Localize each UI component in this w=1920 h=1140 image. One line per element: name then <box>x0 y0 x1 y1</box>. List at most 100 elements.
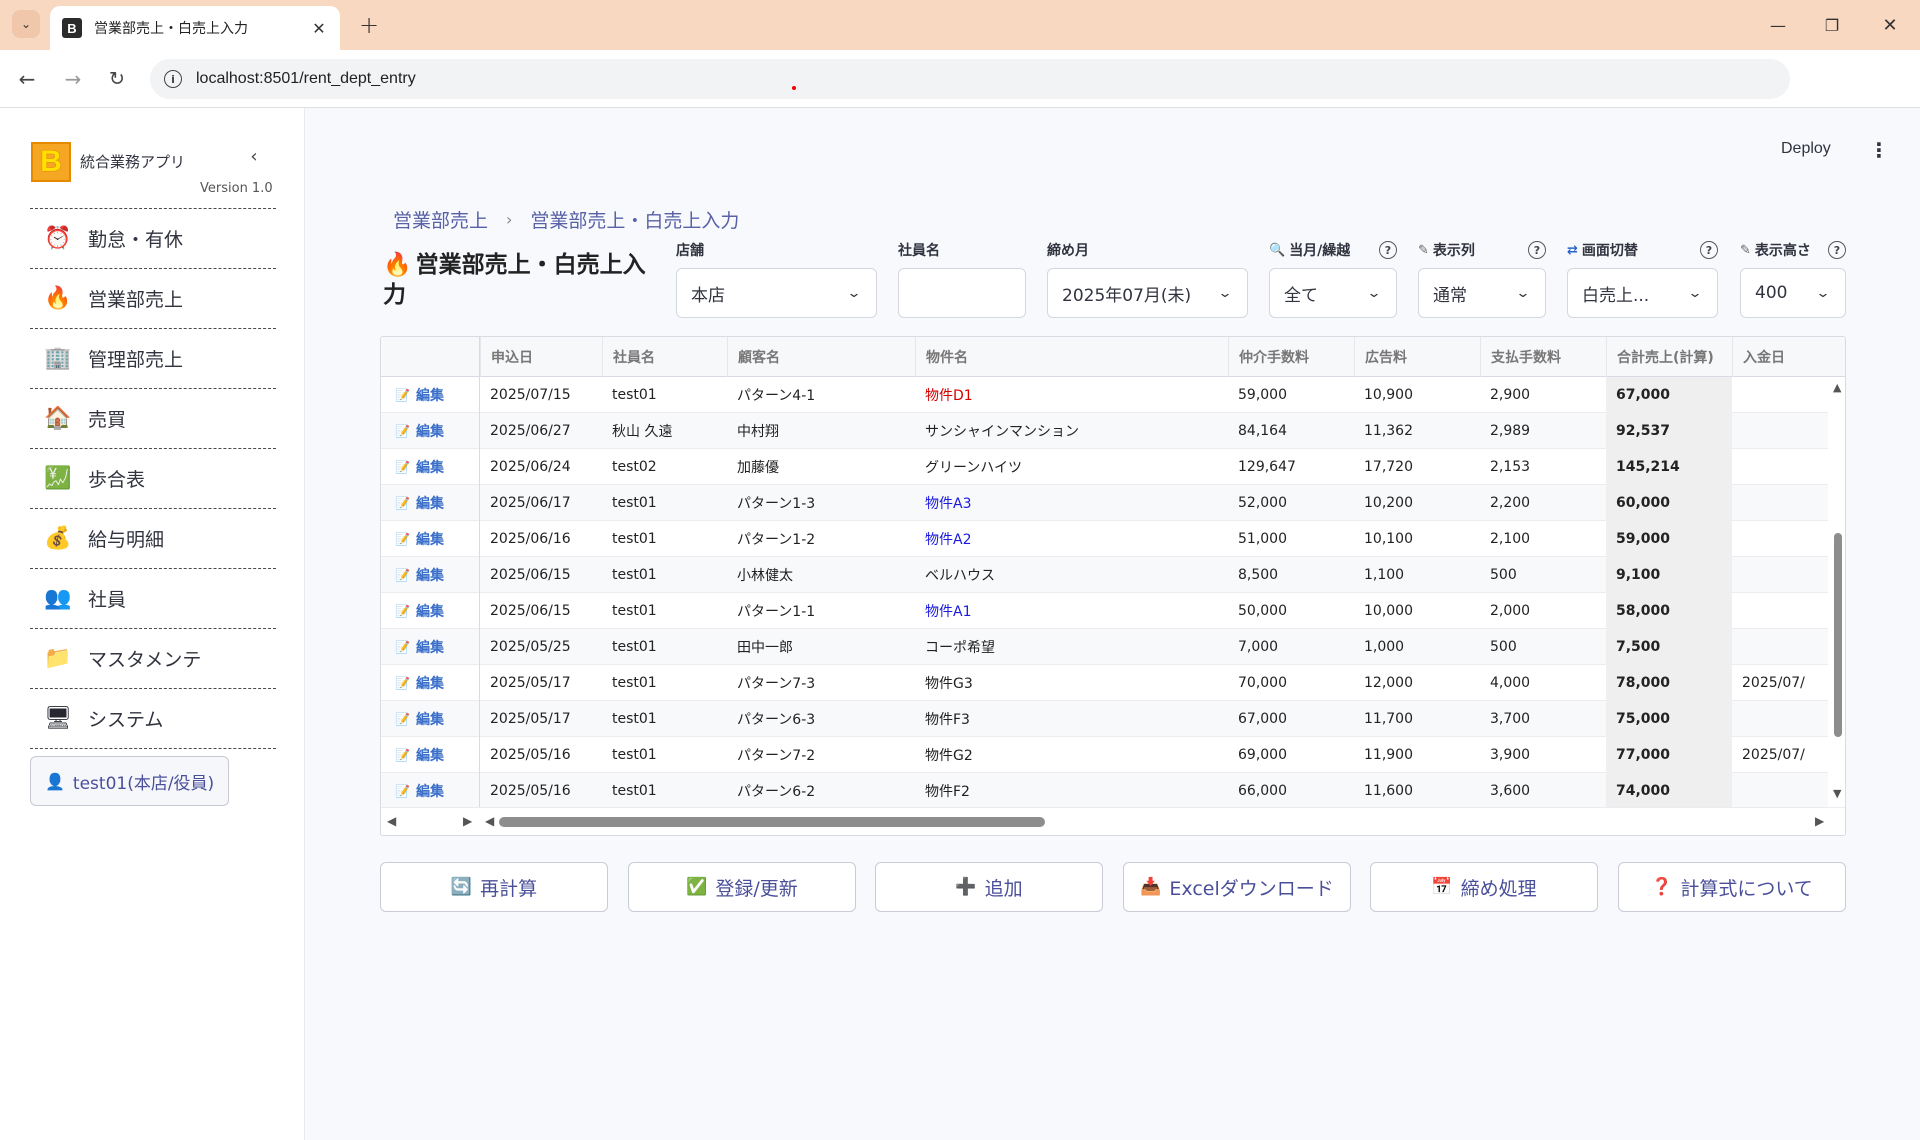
table-row[interactable]: 📝 編集 2025/05/16 test01 パターン7-2 物件G2 69,000 11,9… <box>381 737 1828 773</box>
cell-employee[interactable]: test01 <box>602 521 727 557</box>
formula-info-button[interactable]: ❓ 計算式について <box>1618 862 1846 912</box>
cell-broker-fee[interactable]: 52,000 <box>1228 485 1354 521</box>
cell-property[interactable]: グリーンハイツ <box>915 449 1228 485</box>
closing-month-select[interactable]: 2025年07月(未) ⌄ <box>1047 268 1248 318</box>
cell-total[interactable]: 7,500 <box>1606 629 1732 665</box>
cell-date[interactable]: 2025/06/15 <box>480 593 602 629</box>
table-row[interactable]: 📝 編集 2025/05/17 test01 パターン6-3 物件F3 67,000 11,7… <box>381 701 1828 737</box>
scroll-right-arrow-icon[interactable]: ▶ <box>463 814 472 828</box>
cell-ad-fee[interactable]: 11,700 <box>1354 701 1480 737</box>
cell-total[interactable]: 59,000 <box>1606 521 1732 557</box>
browser-tab[interactable]: B 営業部売上・白売上入力 ✕ <box>50 6 340 50</box>
cell-employee[interactable]: test01 <box>602 629 727 665</box>
url-text[interactable]: localhost:8501/rent_dept_entry <box>196 70 416 88</box>
cell-ad-fee[interactable]: 11,362 <box>1354 413 1480 449</box>
back-arrow-icon[interactable]: ← <box>12 64 42 94</box>
cell-date[interactable]: 2025/06/27 <box>480 413 602 449</box>
cell-total[interactable]: 9,100 <box>1606 557 1732 593</box>
cell-ad-fee[interactable]: 1,100 <box>1354 557 1480 593</box>
scroll-left-arrow-icon[interactable]: ◀ <box>387 814 396 828</box>
cell-ad-fee[interactable]: 10,900 <box>1354 377 1480 413</box>
site-info-icon[interactable]: i <box>164 70 182 88</box>
cell-total[interactable]: 145,214 <box>1606 449 1732 485</box>
table-row[interactable]: 📝 編集 2025/06/16 test01 パターン1-2 物件A2 51,000 10,1… <box>381 521 1828 557</box>
cell-paid-date[interactable] <box>1732 629 1828 665</box>
cell-date[interactable]: 2025/05/25 <box>480 629 602 665</box>
cell-employee[interactable]: test01 <box>602 377 727 413</box>
register-update-button[interactable]: ✅ 登録/更新 <box>628 862 856 912</box>
cell-ad-fee[interactable]: 11,900 <box>1354 737 1480 773</box>
sidebar-item-master-maintenance[interactable]: 📁 マスタメンテ <box>30 628 276 688</box>
cell-broker-fee[interactable]: 51,000 <box>1228 521 1354 557</box>
cell-date[interactable]: 2025/05/16 <box>480 773 602 807</box>
cell-total[interactable]: 75,000 <box>1606 701 1732 737</box>
column-header-pay-fee[interactable]: 支払手数料 <box>1480 337 1606 377</box>
cell-date[interactable]: 2025/05/17 <box>480 665 602 701</box>
cell-pay-fee[interactable]: 500 <box>1480 557 1606 593</box>
cell-customer[interactable]: 中村翔 <box>727 413 915 449</box>
cell-pay-fee[interactable]: 500 <box>1480 629 1606 665</box>
cell-broker-fee[interactable]: 70,000 <box>1228 665 1354 701</box>
columns-select[interactable]: 通常 ⌄ <box>1418 268 1546 318</box>
cell-paid-date[interactable]: 2025/07/ <box>1732 737 1828 773</box>
cell-property[interactable]: 物件F3 <box>915 701 1228 737</box>
recalculate-button[interactable]: 🔄 再計算 <box>380 862 608 912</box>
help-question-icon[interactable]: ? <box>1700 241 1718 259</box>
cell-property[interactable]: 物件G2 <box>915 737 1228 773</box>
cell-pay-fee[interactable]: 3,600 <box>1480 773 1606 807</box>
cell-total[interactable]: 78,000 <box>1606 665 1732 701</box>
cell-customer[interactable]: パターン7-3 <box>727 665 915 701</box>
cell-date[interactable]: 2025/05/16 <box>480 737 602 773</box>
cell-property[interactable]: 物件A2 <box>915 521 1228 557</box>
column-header-total[interactable]: 合計売上(計算) <box>1606 337 1732 377</box>
cell-paid-date[interactable]: 2025/07/ <box>1732 665 1828 701</box>
cell-date[interactable]: 2025/05/17 <box>480 701 602 737</box>
cell-total[interactable]: 60,000 <box>1606 485 1732 521</box>
cell-employee[interactable]: test02 <box>602 449 727 485</box>
cell-property[interactable]: ベルハウス <box>915 557 1228 593</box>
cell-customer[interactable]: 小林健太 <box>727 557 915 593</box>
cell-customer[interactable]: パターン6-3 <box>727 701 915 737</box>
cell-broker-fee[interactable]: 8,500 <box>1228 557 1354 593</box>
cell-employee[interactable]: test01 <box>602 665 727 701</box>
cell-paid-date[interactable] <box>1732 485 1828 521</box>
edit-link[interactable]: 📝 編集 <box>381 449 479 485</box>
cell-pay-fee[interactable]: 3,900 <box>1480 737 1606 773</box>
cell-broker-fee[interactable]: 67,000 <box>1228 701 1354 737</box>
column-header-date[interactable]: 申込日 <box>480 337 602 377</box>
cell-employee[interactable]: test01 <box>602 485 727 521</box>
cell-customer[interactable]: パターン1-2 <box>727 521 915 557</box>
cell-paid-date[interactable] <box>1732 377 1828 413</box>
table-row[interactable]: 📝 編集 2025/05/16 test01 パターン6-2 物件F2 66,000 11,6… <box>381 773 1828 807</box>
sidebar-item-payslip[interactable]: 💰 給与明細 <box>30 508 276 568</box>
cell-broker-fee[interactable]: 129,647 <box>1228 449 1354 485</box>
column-header-customer[interactable]: 顧客名 <box>727 337 915 377</box>
cell-pay-fee[interactable]: 2,100 <box>1480 521 1606 557</box>
new-tab-plus-icon[interactable]: + <box>354 10 384 40</box>
cell-ad-fee[interactable]: 12,000 <box>1354 665 1480 701</box>
edit-link[interactable]: 📝 編集 <box>381 773 479 807</box>
cell-property[interactable]: コーポ希望 <box>915 629 1228 665</box>
help-question-icon[interactable]: ? <box>1828 241 1846 259</box>
column-header-paid-date[interactable]: 入金日 <box>1732 337 1845 377</box>
cell-property[interactable]: 物件F2 <box>915 773 1228 807</box>
scroll-up-arrow-icon[interactable]: ▲ <box>1833 381 1841 394</box>
breadcrumb-current-link[interactable]: 営業部売上・白売上入力 <box>530 206 739 233</box>
sidebar-item-employees[interactable]: 👥 社員 <box>30 568 276 628</box>
tab-search-chevron-icon[interactable]: ⌄ <box>12 10 40 38</box>
scroll-right-arrow-icon[interactable]: ▶ <box>1815 814 1824 828</box>
table-row[interactable]: 📝 編集 2025/06/24 test02 加藤優 グリーンハイツ 129,647 17,7… <box>381 449 1828 485</box>
cell-customer[interactable]: パターン6-2 <box>727 773 915 807</box>
table-row[interactable]: 📝 編集 2025/07/15 test01 パターン4-1 物件D1 59,000 10,9… <box>381 377 1828 413</box>
horizontal-scroll-thumb[interactable] <box>499 817 1045 827</box>
cell-ad-fee[interactable]: 11,600 <box>1354 773 1480 807</box>
edit-link[interactable]: 📝 編集 <box>381 593 479 629</box>
address-bar[interactable]: i localhost:8501/rent_dept_entry <box>150 59 1790 99</box>
edit-link[interactable]: 📝 編集 <box>381 665 479 701</box>
cell-pay-fee[interactable]: 2,200 <box>1480 485 1606 521</box>
display-height-select[interactable]: 400 ⌄ <box>1740 268 1846 318</box>
cell-paid-date[interactable] <box>1732 593 1828 629</box>
sidebar-item-sales-dept[interactable]: 🔥 営業部売上 <box>30 268 276 328</box>
scroll-left-arrow-icon[interactable]: ◀ <box>485 814 494 828</box>
cell-customer[interactable]: パターン7-2 <box>727 737 915 773</box>
